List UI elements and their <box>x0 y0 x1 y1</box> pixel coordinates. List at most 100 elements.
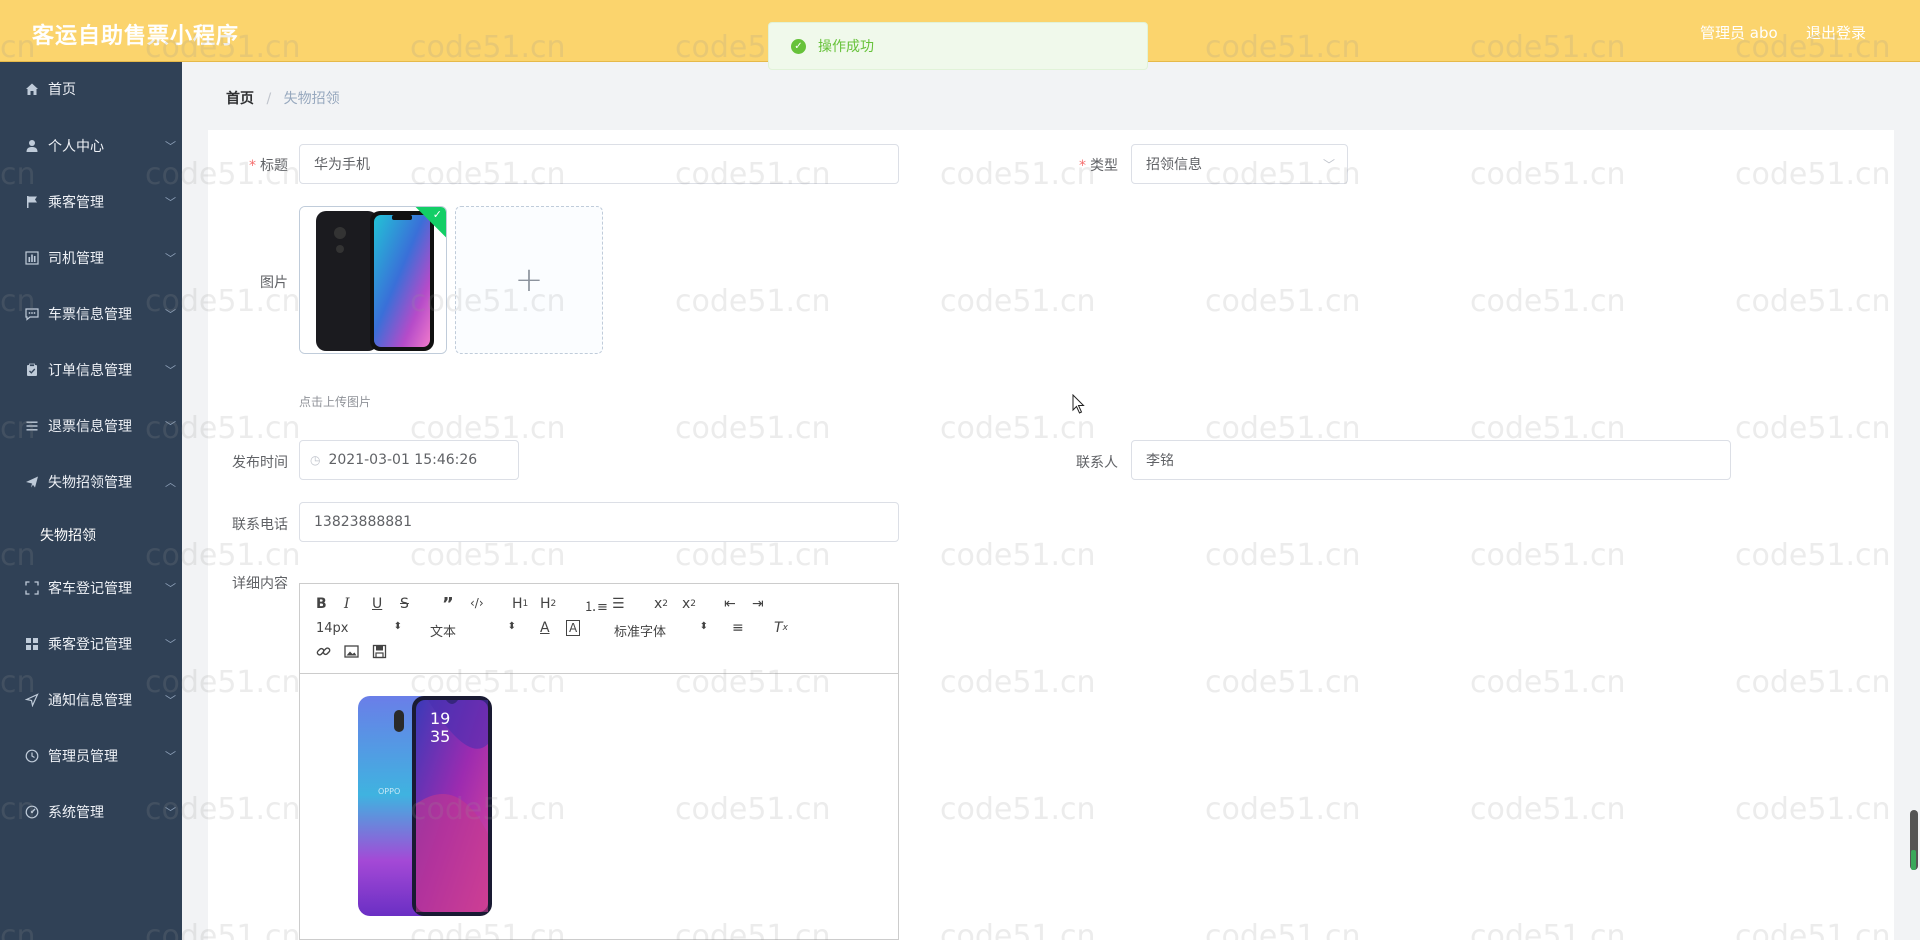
code-icon[interactable]: ‹/› <box>470 596 484 610</box>
required-mark: * <box>249 158 256 174</box>
chevron-down-icon: ﹀ <box>165 582 176 595</box>
scrollbar-indicator <box>1911 850 1916 870</box>
link-icon[interactable] <box>316 644 331 659</box>
chart-icon <box>24 250 40 266</box>
underline-button[interactable]: U <box>372 596 382 612</box>
title-input[interactable]: 华为手机 <box>299 144 899 184</box>
bullet-list-icon[interactable]: ☰ <box>612 596 625 612</box>
phone-label: 联系电话 <box>232 517 288 533</box>
sidebar-item-label: 失物招领管理 <box>48 475 132 491</box>
chevron-down-icon: ﹀ <box>165 806 176 819</box>
toast-message: 操作成功 <box>818 39 874 55</box>
uploaded-phone-image <box>300 207 446 353</box>
phone-input[interactable]: 13823888881 <box>299 502 899 542</box>
contact-input-value: 李铭 <box>1146 453 1174 469</box>
sidebar-item-bus-registration-management[interactable]: 客车登记管理 ﹀ <box>0 565 182 611</box>
app-title: 客运自助售票小程序 <box>32 24 240 49</box>
clear-format-icon[interactable]: Tx <box>774 620 788 636</box>
breadcrumb: 首页 / 失物招领 <box>226 88 340 108</box>
strike-button[interactable]: S <box>400 596 409 612</box>
flag-icon <box>24 194 40 210</box>
select-arrows-icon: ⬍ <box>507 621 516 632</box>
font-color-icon[interactable]: A <box>540 620 550 636</box>
select-arrows-icon: ⬍ <box>699 621 708 632</box>
sidebar-item-notice-info-management[interactable]: 通知信息管理 ﹀ <box>0 677 182 723</box>
chevron-down-icon: ﹀ <box>165 694 176 707</box>
chevron-down-icon: ﹀ <box>165 140 176 153</box>
contact-label: 联系人 <box>1076 455 1118 471</box>
rich-text-editor: B I U S ” ‹/› H1 H2 ⒈≡ ☰ x2 x2 ⇤ ⇥ 14px … <box>299 583 899 940</box>
chevron-down-icon: ﹀ <box>165 420 176 433</box>
sidebar-item-driver-management[interactable]: 司机管理 ﹀ <box>0 235 182 281</box>
sidebar-item-system-management[interactable]: 系统管理 ﹀ <box>0 789 182 835</box>
chevron-down-icon: ﹀ <box>165 364 176 377</box>
background-color-icon[interactable]: A <box>566 620 581 636</box>
contact-input[interactable]: 李铭 <box>1131 440 1731 480</box>
sidebar-subitem-lost-found[interactable]: 失物招领 <box>0 514 182 556</box>
success-toast: ✓ 操作成功 <box>768 22 1148 70</box>
ordered-list-icon[interactable]: ⒈≡ <box>584 596 608 615</box>
chevron-down-icon: ﹀ <box>165 638 176 651</box>
editor-toolbar: B I U S ” ‹/› H1 H2 ⒈≡ ☰ x2 x2 ⇤ ⇥ 14px … <box>300 584 898 674</box>
sidebar-item-order-info-management[interactable]: 订单信息管理 ﹀ <box>0 347 182 393</box>
sidebar-item-ticket-info-management[interactable]: 车票信息管理 ﹀ <box>0 291 182 337</box>
sidebar-item-lost-found-management[interactable]: 失物招领管理 ︿ <box>0 459 182 505</box>
sidebar-item-label: 客车登记管理 <box>48 581 132 597</box>
success-check-icon: ✓ <box>791 38 806 54</box>
type-select-value: 招领信息 <box>1146 157 1202 173</box>
chevron-down-icon: ﹀ <box>165 750 176 763</box>
mouse-cursor-icon <box>1072 394 1085 414</box>
type-select[interactable]: 招领信息 ﹀ <box>1131 144 1348 184</box>
grid-icon <box>24 636 40 652</box>
chevron-down-icon: ﹀ <box>1322 158 1335 172</box>
header-select[interactable]: 文本 ⬍ <box>430 621 516 640</box>
h2-button[interactable]: H2 <box>540 596 556 612</box>
breadcrumb-current: 失物招领 <box>283 91 340 107</box>
list-icon <box>24 418 40 434</box>
sidebar-item-label: 退票信息管理 <box>48 419 132 435</box>
italic-button[interactable]: I <box>344 596 350 612</box>
image-icon[interactable] <box>344 644 359 659</box>
breadcrumb-home[interactable]: 首页 <box>226 91 254 107</box>
dashboard-icon <box>24 804 40 820</box>
quote-icon[interactable]: ” <box>442 594 454 615</box>
sidebar-item-label: 订单信息管理 <box>48 363 132 379</box>
upload-add-button[interactable]: + <box>455 206 603 354</box>
sidebar-item-home[interactable]: 首页 <box>0 66 182 112</box>
sidebar-item-passenger-management[interactable]: 乘客管理 ﹀ <box>0 179 182 225</box>
font-size-select[interactable]: 14px ⬍ <box>316 621 402 636</box>
subscript-button[interactable]: x2 <box>654 596 668 612</box>
publish-time-picker[interactable]: ◷ 2021-03-01 15:46:26 <box>299 440 519 480</box>
chevron-up-icon: ︿ <box>165 476 176 489</box>
sidebar-item-passenger-registration-management[interactable]: 乘客登记管理 ﹀ <box>0 621 182 667</box>
sidebar-item-label: 通知信息管理 <box>48 693 132 709</box>
align-icon[interactable]: ≡ <box>732 620 744 636</box>
sidebar-item-admin-management[interactable]: 管理员管理 ﹀ <box>0 733 182 779</box>
breadcrumb-separator: / <box>266 91 272 107</box>
fullscreen-icon <box>24 580 40 596</box>
video-icon[interactable] <box>372 644 387 659</box>
superscript-button[interactable]: x2 <box>682 596 696 612</box>
plus-icon: + <box>514 260 544 300</box>
detail-label: 详细内容 <box>232 576 288 592</box>
upload-tip: 点击上传图片 <box>299 395 372 409</box>
font-size-value: 14px <box>316 621 349 636</box>
font-family-select[interactable]: 标准字体 ⬍ <box>614 621 708 640</box>
sidebar: 首页 个人中心 ﹀ 乘客管理 ﹀ 司机管理 ﹀ 车票信息管理 ﹀ 订单信息管理 … <box>0 62 182 940</box>
indent-icon[interactable]: ⇥ <box>752 596 764 612</box>
sidebar-item-label: 乘客管理 <box>48 195 104 211</box>
sidebar-item-label: 首页 <box>48 82 76 98</box>
sidebar-item-personal-center[interactable]: 个人中心 ﹀ <box>0 123 182 169</box>
clipboard-icon <box>24 362 40 378</box>
h1-button[interactable]: H1 <box>512 596 528 612</box>
sidebar-item-label: 车票信息管理 <box>48 307 132 323</box>
image-label: 图片 <box>260 275 288 291</box>
logout-link[interactable]: 退出登录 <box>1806 22 1866 43</box>
clock-icon: ◷ <box>310 453 321 467</box>
outdent-icon[interactable]: ⇤ <box>724 596 736 612</box>
uploaded-image[interactable]: ✓ <box>299 206 447 354</box>
bold-button[interactable]: B <box>316 596 327 612</box>
sidebar-item-refund-info-management[interactable]: 退票信息管理 ﹀ <box>0 403 182 449</box>
select-arrows-icon: ⬍ <box>393 621 402 632</box>
title-input-value: 华为手机 <box>314 157 370 173</box>
